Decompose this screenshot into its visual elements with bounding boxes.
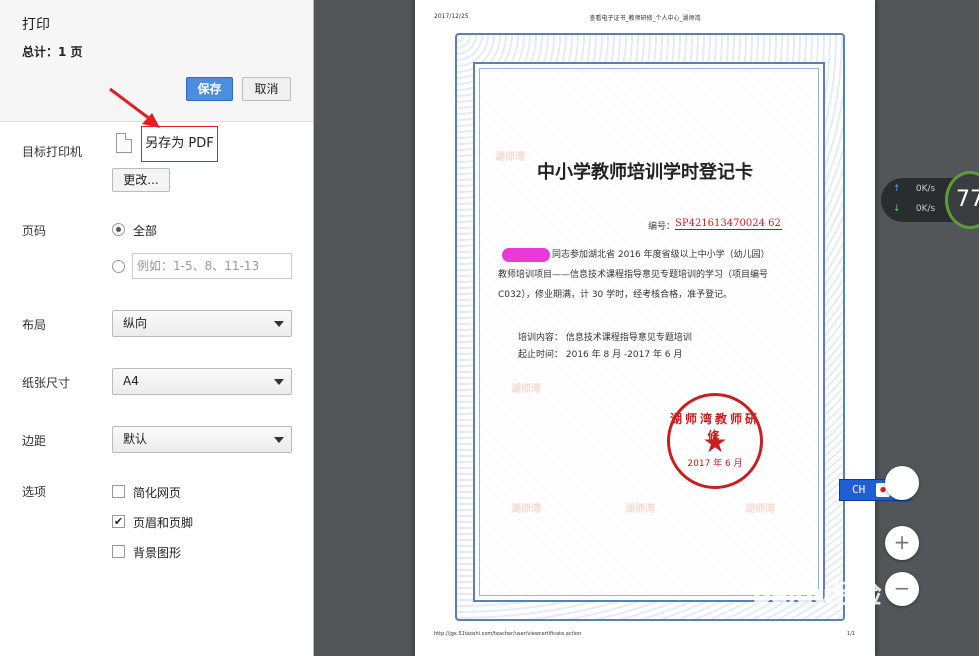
pages-all-radio[interactable] xyxy=(112,223,125,236)
document-icon xyxy=(116,133,132,153)
pages-custom-radio[interactable] xyxy=(112,260,125,273)
zoom-in-button[interactable]: + xyxy=(885,526,919,560)
upload-speed: ↑ 0K/s xyxy=(893,184,936,194)
background-graphics-checkbox[interactable] xyxy=(112,545,125,558)
footer-url: http://jgx.51taoshi.com/teacher/user/vie… xyxy=(434,631,582,637)
ime-label: CH xyxy=(852,483,866,496)
margins-label: 边距 xyxy=(22,434,47,448)
save-button[interactable]: 保存 xyxy=(186,77,233,101)
cancel-button[interactable]: 取消 xyxy=(242,77,291,101)
layout-select[interactable]: 纵向 xyxy=(112,310,292,337)
chevron-down-icon xyxy=(274,321,284,327)
training-content: 培训内容： 信息技术课程指导意见专题培训 xyxy=(518,333,692,343)
paper-size-label: 纸张尺寸 xyxy=(22,376,71,390)
certificate-line-1: 同志参加湖北省 2016 年度省级以上中小学（幼儿园） xyxy=(552,250,770,260)
download-speed: ↓ 0K/s xyxy=(893,204,936,214)
change-printer-button[interactable]: 更改... xyxy=(112,168,170,192)
pages-input[interactable] xyxy=(132,253,292,279)
layout-value: 纵向 xyxy=(123,316,148,330)
watermark: 湖师湾 xyxy=(511,504,541,515)
paper-size-select[interactable]: A4 xyxy=(112,368,292,395)
print-settings-panel: 打印 总计：1 页 保存 取消 目标打印机 另存为 PDF 更改... 页码 全… xyxy=(0,0,314,656)
watermark: 湖师湾 xyxy=(625,504,655,515)
seal-date: 2017 年 6 月 xyxy=(687,459,743,469)
chevron-down-icon xyxy=(274,437,284,443)
baidu-jingyan-url: jingyan.baidu.com xyxy=(748,636,859,650)
scroll-top-button[interactable] xyxy=(885,466,919,500)
star-icon: ★ xyxy=(702,426,728,459)
paper-size-value: A4 xyxy=(123,374,139,388)
header-title: 查看电子证书_教师研修_个人中心_湖师湾 xyxy=(589,15,701,22)
certificate-line-3: C032），修业期满，计 30 学时，经考核合格，准予登记。 xyxy=(498,290,733,300)
printer-label: 目标打印机 xyxy=(22,145,83,159)
serial-label: 编号： xyxy=(648,222,676,232)
serial-number: SP421613470024 62 xyxy=(675,218,782,230)
baidu-jingyan-logo: Baidu经验 xyxy=(752,580,881,610)
certificate-title: 中小学教师培训学时登记卡 xyxy=(537,162,753,183)
redaction-mark xyxy=(502,248,550,262)
pages-label: 页码 xyxy=(22,224,47,238)
simplify-page-label: 简化网页 xyxy=(133,486,182,500)
preview-page: 2017/12/25 查看电子证书_教师研修_个人中心_湖师湾 湖师湾 湖师湾 … xyxy=(415,0,875,656)
pages-all-label: 全部 xyxy=(133,224,158,238)
training-period: 起止时间： 2016 年 8 月 -2017 年 6 月 xyxy=(518,350,683,360)
options-label: 选项 xyxy=(22,485,47,499)
headers-footers-checkbox[interactable]: ✔ xyxy=(112,515,125,528)
background-graphics-label: 背景图形 xyxy=(133,546,182,560)
zoom-out-button[interactable]: − xyxy=(885,572,919,606)
headers-footers-label: 页眉和页脚 xyxy=(133,516,194,530)
watermark: 湖师湾 xyxy=(745,504,775,515)
watermark: 湖师湾 xyxy=(511,384,541,395)
margins-select[interactable]: 默认 xyxy=(112,426,292,453)
margins-value: 默认 xyxy=(123,432,148,446)
chevron-down-icon xyxy=(274,379,284,385)
printer-name: 另存为 PDF xyxy=(141,126,218,162)
simplify-page-checkbox[interactable] xyxy=(112,485,125,498)
arrow-down-icon: ↓ xyxy=(893,204,901,214)
certificate-line-2: 教师培训项目——信息技术课程指导意见专题培训的学习（项目编号 xyxy=(498,270,769,280)
page-title: 打印 xyxy=(22,17,50,33)
official-seal: 湖师湾教师研修 ★ 2017 年 6 月 xyxy=(667,393,763,489)
total-pages: 总计：1 页 xyxy=(22,45,83,59)
layout-label: 布局 xyxy=(22,318,47,332)
arrow-up-icon: ↑ xyxy=(893,184,901,194)
